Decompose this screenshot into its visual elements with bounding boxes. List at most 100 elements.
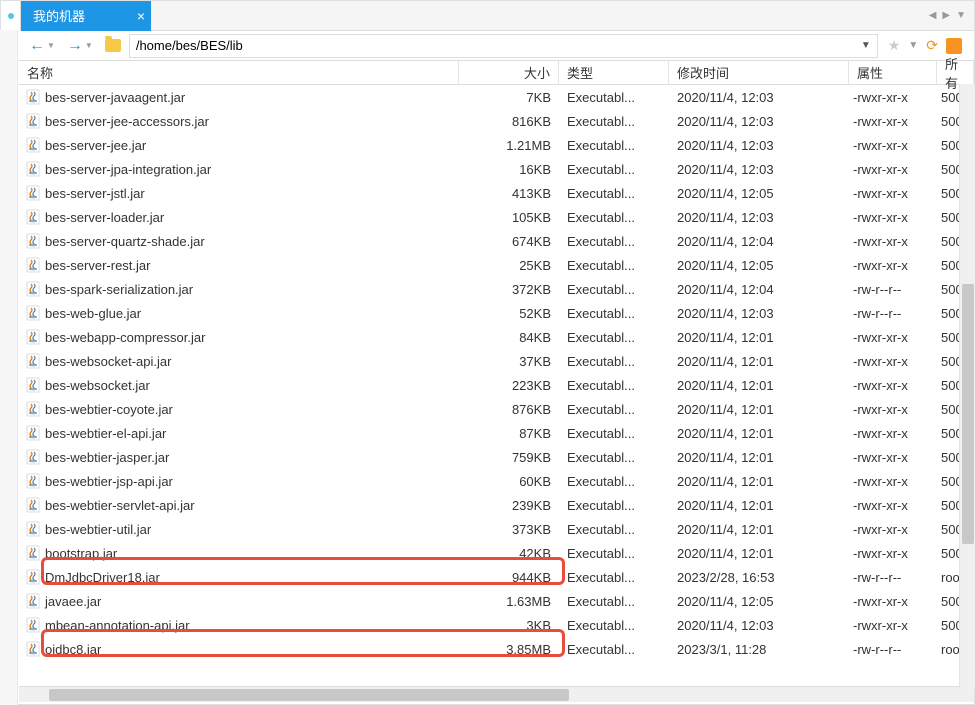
jar-file-icon bbox=[25, 569, 41, 585]
file-row[interactable]: bes-server-jstl.jar 413KB Executabl... 2… bbox=[19, 181, 974, 205]
file-type: Executabl... bbox=[559, 282, 669, 297]
file-type: Executabl... bbox=[559, 642, 669, 657]
jar-file-icon bbox=[25, 353, 41, 369]
file-name: bes-web-glue.jar bbox=[45, 306, 141, 321]
chevron-down-icon[interactable]: ▼ bbox=[861, 40, 871, 51]
file-date: 2020/11/4, 12:04 bbox=[669, 282, 849, 297]
file-name: bes-server-quartz-shade.jar bbox=[45, 234, 205, 249]
tab-my-machine[interactable]: 我的机器 × bbox=[21, 1, 151, 31]
vscroll-thumb[interactable] bbox=[962, 284, 974, 544]
back-button[interactable]: ←▼ bbox=[25, 37, 59, 55]
file-size: 84KB bbox=[459, 330, 559, 345]
file-name: bes-webapp-compressor.jar bbox=[45, 330, 205, 345]
file-row[interactable]: bes-server-javaagent.jar 7KB Executabl..… bbox=[19, 85, 974, 109]
file-size: 1.21MB bbox=[459, 138, 559, 153]
file-row[interactable]: bes-server-loader.jar 105KB Executabl...… bbox=[19, 205, 974, 229]
file-row[interactable]: DmJdbcDriver18.jar 944KB Executabl... 20… bbox=[19, 565, 974, 589]
file-row[interactable]: bes-webtier-jsp-api.jar 60KB Executabl..… bbox=[19, 469, 974, 493]
file-attr: -rwxr-xr-x bbox=[849, 354, 937, 369]
file-type: Executabl... bbox=[559, 330, 669, 345]
file-row[interactable]: bootstrap.jar 42KB Executabl... 2020/11/… bbox=[19, 541, 974, 565]
header-type[interactable]: 类型 bbox=[559, 61, 669, 84]
agent-icon[interactable] bbox=[946, 38, 962, 54]
file-type: Executabl... bbox=[559, 114, 669, 129]
file-row[interactable]: bes-server-jpa-integration.jar 16KB Exec… bbox=[19, 157, 974, 181]
file-name: bes-server-jpa-integration.jar bbox=[45, 162, 211, 177]
caret-left-icon[interactable]: ◀ bbox=[929, 10, 937, 21]
file-date: 2020/11/4, 12:03 bbox=[669, 138, 849, 153]
file-attr: -rwxr-xr-x bbox=[849, 498, 937, 513]
file-row[interactable]: bes-websocket.jar 223KB Executabl... 202… bbox=[19, 373, 974, 397]
refresh-icon[interactable]: ⟳ bbox=[926, 37, 938, 54]
left-strip bbox=[0, 30, 18, 705]
horizontal-scrollbar[interactable] bbox=[19, 686, 974, 702]
file-row[interactable]: bes-websocket-api.jar 37KB Executabl... … bbox=[19, 349, 974, 373]
tab-marker bbox=[1, 1, 21, 31]
file-row[interactable]: bes-webapp-compressor.jar 84KB Executabl… bbox=[19, 325, 974, 349]
hscroll-thumb[interactable] bbox=[49, 689, 569, 701]
star-icon[interactable]: ★ bbox=[888, 37, 901, 54]
header-size[interactable]: 大小 bbox=[459, 61, 559, 84]
file-name: bes-webtier-coyote.jar bbox=[45, 402, 173, 417]
file-attr: -rwxr-xr-x bbox=[849, 402, 937, 417]
file-size: 674KB bbox=[459, 234, 559, 249]
file-attr: -rwxr-xr-x bbox=[849, 378, 937, 393]
file-row[interactable]: javaee.jar 1.63MB Executabl... 2020/11/4… bbox=[19, 589, 974, 613]
file-date: 2020/11/4, 12:03 bbox=[669, 210, 849, 225]
close-icon[interactable]: × bbox=[137, 8, 145, 24]
file-row[interactable]: bes-server-jee-accessors.jar 816KB Execu… bbox=[19, 109, 974, 133]
file-date: 2020/11/4, 12:03 bbox=[669, 162, 849, 177]
file-row[interactable]: mbean-annotation-api.jar 3KB Executabl..… bbox=[19, 613, 974, 637]
file-type: Executabl... bbox=[559, 498, 669, 513]
jar-file-icon bbox=[25, 233, 41, 249]
jar-file-icon bbox=[25, 305, 41, 321]
file-size: 60KB bbox=[459, 474, 559, 489]
file-name: bes-server-jstl.jar bbox=[45, 186, 145, 201]
file-type: Executabl... bbox=[559, 570, 669, 585]
jar-file-icon bbox=[25, 401, 41, 417]
file-name: bes-webtier-util.jar bbox=[45, 522, 151, 537]
vertical-scrollbar[interactable] bbox=[959, 84, 975, 689]
file-row[interactable]: bes-web-glue.jar 52KB Executabl... 2020/… bbox=[19, 301, 974, 325]
file-type: Executabl... bbox=[559, 378, 669, 393]
file-size: 239KB bbox=[459, 498, 559, 513]
file-size: 223KB bbox=[459, 378, 559, 393]
file-row[interactable]: bes-server-rest.jar 25KB Executabl... 20… bbox=[19, 253, 974, 277]
file-type: Executabl... bbox=[559, 306, 669, 321]
file-size: 373KB bbox=[459, 522, 559, 537]
file-name: bes-server-javaagent.jar bbox=[45, 90, 185, 105]
file-name: bes-server-jee.jar bbox=[45, 138, 146, 153]
file-date: 2020/11/4, 12:01 bbox=[669, 354, 849, 369]
file-row[interactable]: bes-webtier-servlet-api.jar 239KB Execut… bbox=[19, 493, 974, 517]
file-name: bootstrap.jar bbox=[45, 546, 117, 561]
file-list[interactable]: bes-server-javaagent.jar 7KB Executabl..… bbox=[19, 85, 974, 686]
file-row[interactable]: ojdbc8.jar 3.85MB Executabl... 2023/3/1,… bbox=[19, 637, 974, 661]
nav-bar: ←▼ →▼ /home/bes/BES/lib ▼ ★ ▼ ⟳ bbox=[19, 31, 974, 61]
jar-file-icon bbox=[25, 185, 41, 201]
file-row[interactable]: bes-spark-serialization.jar 372KB Execut… bbox=[19, 277, 974, 301]
tab-bar: 我的机器 × ◀ ▶ ▼ bbox=[1, 1, 974, 31]
header-name[interactable]: 名称 bbox=[19, 61, 459, 84]
path-input[interactable]: /home/bes/BES/lib ▼ bbox=[129, 34, 878, 58]
header-date[interactable]: 修改时间 bbox=[669, 61, 849, 84]
file-row[interactable]: bes-webtier-coyote.jar 876KB Executabl..… bbox=[19, 397, 974, 421]
file-row[interactable]: bes-webtier-el-api.jar 87KB Executabl...… bbox=[19, 421, 974, 445]
file-row[interactable]: bes-webtier-jasper.jar 759KB Executabl..… bbox=[19, 445, 974, 469]
file-name: DmJdbcDriver18.jar bbox=[45, 570, 160, 585]
jar-file-icon bbox=[25, 377, 41, 393]
file-row[interactable]: bes-server-jee.jar 1.21MB Executabl... 2… bbox=[19, 133, 974, 157]
caret-down-icon[interactable]: ▼ bbox=[956, 10, 966, 21]
caret-right-icon[interactable]: ▶ bbox=[942, 10, 950, 21]
file-attr: -rwxr-xr-x bbox=[849, 90, 937, 105]
star-caret[interactable]: ▼ bbox=[908, 40, 918, 51]
jar-file-icon bbox=[25, 545, 41, 561]
file-size: 16KB bbox=[459, 162, 559, 177]
file-row[interactable]: bes-webtier-util.jar 373KB Executabl... … bbox=[19, 517, 974, 541]
jar-file-icon bbox=[25, 257, 41, 273]
forward-button[interactable]: →▼ bbox=[63, 37, 97, 55]
file-date: 2020/11/4, 12:05 bbox=[669, 594, 849, 609]
header-attr[interactable]: 属性 bbox=[849, 61, 937, 84]
file-date: 2020/11/4, 12:01 bbox=[669, 522, 849, 537]
header-owner[interactable]: 所有 bbox=[937, 61, 974, 84]
file-row[interactable]: bes-server-quartz-shade.jar 674KB Execut… bbox=[19, 229, 974, 253]
